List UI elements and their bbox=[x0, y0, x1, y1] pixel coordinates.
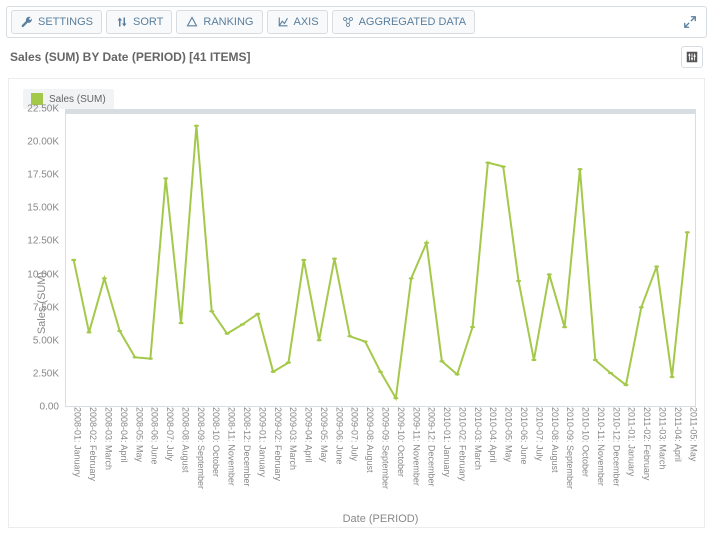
x-tick-label: 2011-02: February bbox=[642, 407, 652, 480]
ranking-label: RANKING bbox=[203, 16, 253, 28]
x-tick-label: 2011-04: April bbox=[673, 407, 683, 462]
x-tick-label: 2009-04: April bbox=[304, 407, 314, 463]
x-tick-label: 2008-03: March bbox=[103, 407, 113, 470]
x-tick-label: 2011-03: March bbox=[658, 407, 668, 469]
x-ticks: 2008-01: January 2008-02: February 2008-03… bbox=[65, 407, 696, 507]
x-tick-label: 2009-03: March bbox=[288, 407, 298, 470]
x-tick-label: 2010-09: September bbox=[565, 407, 575, 489]
plot[interactable] bbox=[65, 109, 696, 407]
x-tick-label: 2008-04: April bbox=[119, 407, 129, 463]
axis-icon bbox=[276, 15, 290, 29]
cluster-icon bbox=[341, 15, 355, 29]
sort-label: SORT bbox=[133, 16, 163, 28]
x-tick-label: 2008-05: May bbox=[134, 407, 144, 462]
x-tick-label: 2008-11: November bbox=[227, 407, 237, 486]
x-tick-label: 2009-05: May bbox=[319, 407, 329, 462]
x-tick-label: 2008-02: February bbox=[88, 407, 98, 481]
x-tick-label: 2010-12: December bbox=[611, 407, 621, 487]
y-tick-label: 20.00K bbox=[27, 137, 59, 148]
x-tick-label: 2009-02: February bbox=[273, 407, 283, 481]
x-tick-label: 2008-06: June bbox=[150, 407, 160, 465]
aggregated-data-button[interactable]: AGGREGATED DATA bbox=[332, 10, 476, 34]
x-tick-label: 2008-07: July bbox=[165, 407, 175, 461]
chart-area: Sales (SUM) Sales (SUM) 0.002.50K5.00K7.… bbox=[8, 78, 705, 528]
axis-label: AXIS bbox=[294, 16, 319, 28]
y-tick-label: 0.00 bbox=[40, 402, 59, 413]
x-tick-label: 2008-10: October bbox=[211, 407, 221, 477]
axis-button[interactable]: AXIS bbox=[267, 10, 328, 34]
x-tick-label: 2010-10: October bbox=[581, 407, 591, 477]
y-tick-label: 2.50K bbox=[33, 368, 59, 379]
x-tick-label: 2009-09: September bbox=[381, 407, 391, 489]
x-tick-label: 2009-10: October bbox=[396, 407, 406, 477]
x-tick-label: 2010-01: January bbox=[442, 407, 452, 477]
y-tick-label: 22.50K bbox=[27, 104, 59, 115]
x-tick-label: 2011-05: May bbox=[688, 407, 698, 461]
x-tick-label: 2010-02: February bbox=[457, 407, 467, 481]
x-tick-label: 2009-07: July bbox=[350, 407, 360, 461]
y-tick-label: 15.00K bbox=[27, 203, 59, 214]
y-ticks: 0.002.50K5.00K7.50K10.00K12.50K15.00K17.… bbox=[9, 109, 63, 407]
x-tick-label: 2010-05: May bbox=[504, 407, 514, 462]
controls-button[interactable] bbox=[681, 46, 703, 68]
sort-icon bbox=[115, 15, 129, 29]
settings-button[interactable]: SETTINGS bbox=[11, 10, 102, 34]
expand-icon bbox=[683, 15, 697, 29]
sort-button[interactable]: SORT bbox=[106, 10, 172, 34]
x-tick-label: 2010-08: August bbox=[550, 407, 560, 473]
y-tick-label: 7.50K bbox=[33, 302, 59, 313]
aggregated-label: AGGREGATED DATA bbox=[359, 16, 467, 28]
settings-label: SETTINGS bbox=[38, 16, 93, 28]
chart-title: Sales (SUM) BY Date (PERIOD) [41 ITEMS] bbox=[10, 50, 251, 64]
y-tick-label: 17.50K bbox=[27, 170, 59, 181]
x-tick-label: 2010-11: November bbox=[596, 407, 606, 486]
x-tick-label: 2010-07: July bbox=[534, 407, 544, 461]
wrench-icon bbox=[20, 15, 34, 29]
x-tick-label: 2010-06: June bbox=[519, 407, 529, 465]
x-tick-label: 2008-09: September bbox=[196, 407, 206, 489]
x-tick-label: 2009-08: August bbox=[365, 407, 375, 473]
ranking-button[interactable]: RANKING bbox=[176, 10, 262, 34]
y-tick-label: 12.50K bbox=[27, 236, 59, 247]
y-tick-label: 5.00K bbox=[33, 335, 59, 346]
x-tick-label: 2009-11: November bbox=[411, 407, 421, 486]
x-tick-label: 2011-01: January bbox=[627, 407, 637, 476]
x-tick-label: 2010-03: March bbox=[473, 407, 483, 470]
toolbar: SETTINGS SORT RANKING AXIS AGGREGATED DA… bbox=[6, 6, 707, 38]
x-tick-label: 2008-12: December bbox=[242, 407, 252, 487]
title-row: Sales (SUM) BY Date (PERIOD) [41 ITEMS] bbox=[0, 44, 713, 72]
x-tick-label: 2010-04: April bbox=[488, 407, 498, 463]
x-tick-label: 2009-12: December bbox=[427, 407, 437, 487]
x-tick-label: 2009-01: January bbox=[257, 407, 267, 477]
expand-button[interactable] bbox=[678, 10, 702, 34]
x-tick-label: 2008-01: January bbox=[73, 407, 83, 477]
x-axis-label: Date (PERIOD) bbox=[65, 513, 696, 525]
y-tick-label: 10.00K bbox=[27, 269, 59, 280]
x-tick-label: 2009-06: June bbox=[334, 407, 344, 465]
x-tick-label: 2008-08: August bbox=[180, 407, 190, 473]
controls-icon bbox=[685, 50, 699, 64]
triangle-icon bbox=[185, 15, 199, 29]
